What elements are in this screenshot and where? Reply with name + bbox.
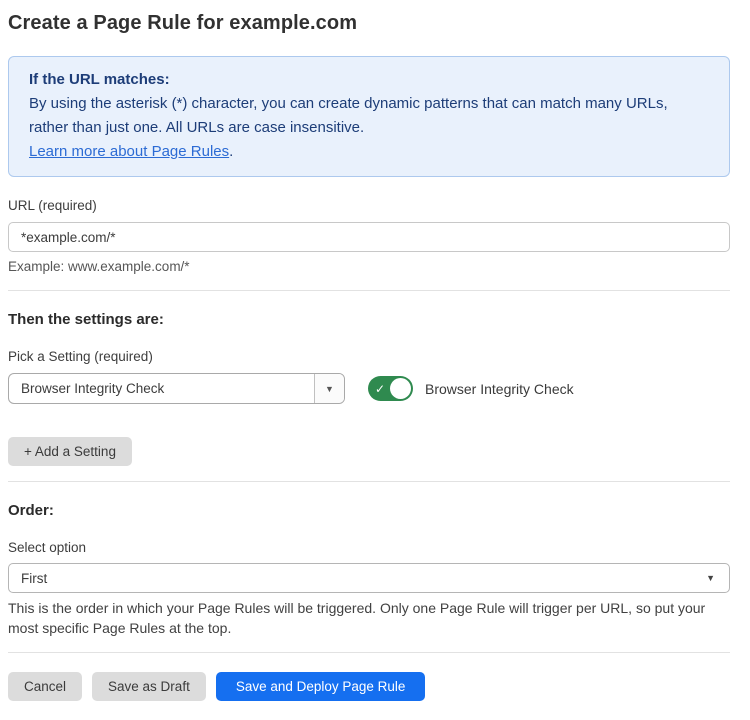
divider-settings-order [8,481,730,482]
url-input[interactable] [8,222,730,252]
info-box-body: By using the asterisk (*) character, you… [29,92,709,140]
toggle-knob [390,378,411,399]
setting-picker-label: Pick a Setting (required) [8,349,730,364]
check-icon: ✓ [375,383,385,395]
info-box-link-line: Learn more about Page Rules. [29,140,709,164]
save-as-draft-button[interactable]: Save as Draft [92,672,206,701]
link-suffix: . [229,143,233,160]
setting-row: Browser Integrity Check ▼ ✓ Browser Inte… [8,373,730,404]
divider-footer [8,652,730,653]
order-select[interactable]: First ▼ [8,563,730,593]
setting-dropdown[interactable]: Browser Integrity Check ▼ [8,373,345,404]
save-and-deploy-button[interactable]: Save and Deploy Page Rule [216,672,426,701]
divider-url-settings [8,290,730,291]
url-field-label: URL (required) [8,198,730,213]
info-box-heading: If the URL matches: [29,68,709,92]
footer-actions: Cancel Save as Draft Save and Deploy Pag… [8,672,730,701]
order-select-label: Select option [8,540,730,555]
settings-section-heading: Then the settings are: [8,311,730,328]
order-section-heading: Order: [8,502,730,519]
page-title: Create a Page Rule for example.com [8,12,730,35]
url-example-hint: Example: www.example.com/* [8,259,730,274]
learn-more-link[interactable]: Learn more about Page Rules [29,143,229,160]
select-arrow-icon: ▼ [706,573,715,583]
add-setting-button[interactable]: + Add a Setting [8,437,132,466]
page-rule-form: Create a Page Rule for example.com If th… [8,12,730,701]
setting-toggle-label: Browser Integrity Check [425,381,574,397]
order-select-value: First [21,571,47,586]
order-help-text: This is the order in which your Page Rul… [8,599,730,638]
setting-dropdown-value: Browser Integrity Check [9,374,314,403]
chevron-down-icon[interactable]: ▼ [314,374,344,403]
url-match-info-box: If the URL matches: By using the asteris… [8,56,730,177]
setting-toggle[interactable]: ✓ [368,376,413,401]
cancel-button[interactable]: Cancel [8,672,82,701]
